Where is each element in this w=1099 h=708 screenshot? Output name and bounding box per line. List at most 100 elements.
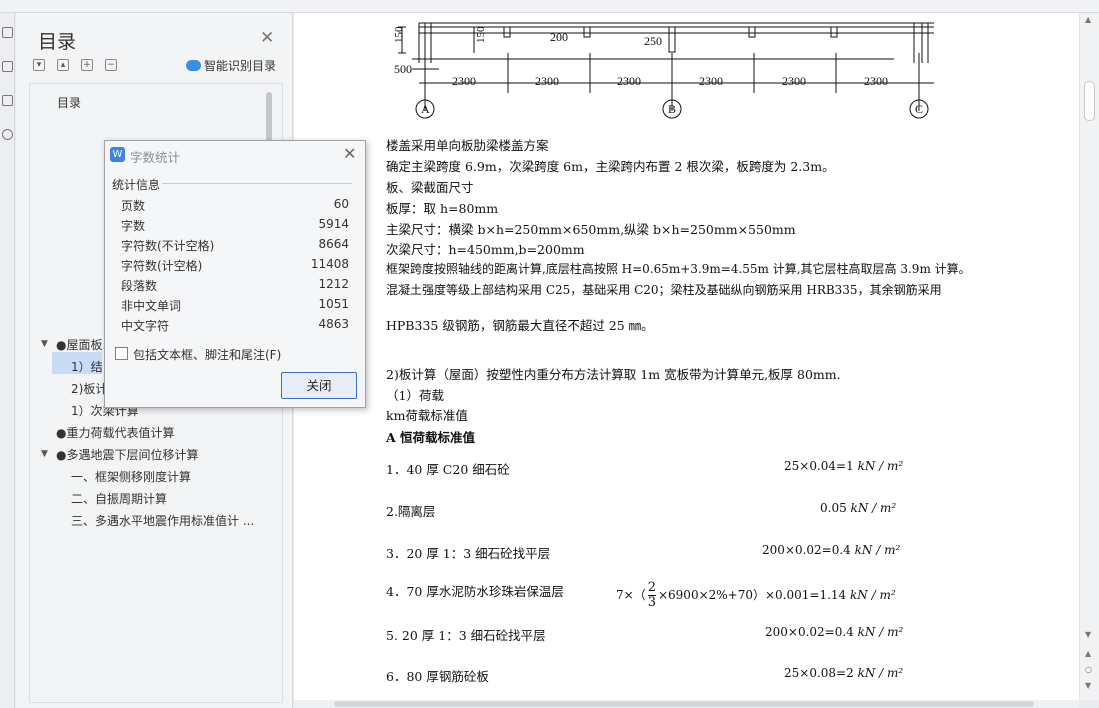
chevron-down-icon[interactable]: ▼ xyxy=(41,339,48,349)
search-icon[interactable] xyxy=(2,129,13,140)
close-icon[interactable]: ✕ xyxy=(260,28,274,48)
app-logo-icon: W xyxy=(110,147,125,162)
toc-item[interactable]: 1）结 xyxy=(71,358,103,375)
doc-paragraph: A 恒荷载标准值 xyxy=(386,430,476,445)
stat-label: 段落数 xyxy=(121,279,158,293)
stat-label: 字数 xyxy=(121,219,146,233)
prev-page-icon[interactable]: ▲ xyxy=(1085,649,1091,658)
stat-value: 60 xyxy=(333,197,349,211)
load-formula: 7×（ 2 3 ×6900×2%+70）×0.001=1.14 kN / m² xyxy=(616,580,896,610)
bookmark-icon[interactable] xyxy=(2,61,13,72)
beam-section-drawing: 200 250 500 150 150 2300 2300 2300 2300 … xyxy=(393,22,934,119)
toc-panel-icon[interactable] xyxy=(2,27,13,38)
stat-label: 字符数(计空格) xyxy=(121,259,203,273)
load-label: 4．70 厚水泥防水珍珠岩保温层 xyxy=(386,584,564,599)
dim-label: 150 xyxy=(393,26,405,43)
toc-item[interactable]: 一、框架侧移刚度计算 xyxy=(71,468,191,485)
expand-all-icon[interactable]: ▾ xyxy=(33,59,45,71)
load-label: 5. 20 厚 1：3 细石砼找平层 xyxy=(386,628,546,643)
toc-item[interactable]: 三、多遇水平地震作用标准值计 ... xyxy=(71,512,254,529)
close-button[interactable]: 关闭 xyxy=(281,372,357,399)
stat-label: 页数 xyxy=(121,199,146,213)
collapse-all-icon[interactable]: ▴ xyxy=(57,59,69,71)
page-icon[interactable] xyxy=(2,95,13,106)
fraction-denominator: 3 xyxy=(647,595,656,610)
document-page[interactable]: 200 250 500 150 150 2300 2300 2300 2300 … xyxy=(294,13,1079,700)
toc-item[interactable]: ●多遇地震下层间位移计算 xyxy=(56,446,198,463)
axis-label: A xyxy=(421,102,430,116)
stat-label: 中文字符 xyxy=(121,319,170,333)
load-value: 0.05 kN / m² xyxy=(820,501,897,515)
scroll-thumb[interactable] xyxy=(334,701,1034,707)
stat-value: 1212 xyxy=(318,277,349,291)
ai-icon xyxy=(186,60,201,71)
stat-value: 8664 xyxy=(318,237,349,251)
toc-item[interactable]: 2)板计 xyxy=(71,380,107,397)
axis-label: B xyxy=(668,102,676,116)
doc-paragraph: 框架跨度按照轴线的距离计算,底层柱高按照 H=0.65m+3.9m=4.55m … xyxy=(386,262,971,276)
doc-paragraph: 板厚：取 h=80mm xyxy=(386,201,499,216)
next-page-icon[interactable]: ▼ xyxy=(1085,681,1091,690)
stat-label: 字符数(不计空格) xyxy=(121,239,215,253)
load-label: 3．20 厚 1：3 细石砼找平层 xyxy=(386,546,551,561)
doc-paragraph: 次梁尺寸：h=450mm,b=200mm xyxy=(386,242,585,257)
browse-object-icon[interactable]: ○ xyxy=(1085,665,1092,674)
scroll-down-icon[interactable]: ▼ xyxy=(1085,630,1091,639)
section-heading: 统计信息 xyxy=(112,178,161,192)
add-heading-icon[interactable]: + xyxy=(81,59,93,71)
load-label: 2.隔离层 xyxy=(386,504,436,519)
nav-title: 目录 xyxy=(38,31,77,53)
stat-value: 5914 xyxy=(318,217,349,231)
left-icon-strip xyxy=(0,13,15,708)
doc-paragraph: 板、梁截面尺寸 xyxy=(386,180,474,195)
load-label: 1．40 厚 C20 细石砼 xyxy=(386,462,510,477)
stat-value: 4863 xyxy=(318,317,349,331)
span-label: 2300 xyxy=(617,74,641,88)
stat-value: 11408 xyxy=(310,257,349,271)
doc-paragraph: 主梁尺寸：横梁 b×h=250mm×650mm,纵梁 b×h=250mm×550… xyxy=(386,222,796,237)
doc-paragraph: km荷载标准值 xyxy=(386,408,468,423)
doc-paragraph: HPB335 级钢筋，钢筋最大直径不超过 25 ㎜。 xyxy=(386,318,654,333)
smart-toc-button[interactable]: 智能识别目录 xyxy=(186,57,276,74)
span-label: 2300 xyxy=(864,74,888,88)
axis-label: C xyxy=(915,102,923,116)
horizontal-scrollbar[interactable] xyxy=(294,700,1079,708)
stat-label: 非中文单词 xyxy=(121,299,182,313)
dim-label: 250 xyxy=(644,34,662,48)
doc-paragraph: 楼盖采用单向板肋梁楼盖方案 xyxy=(386,138,549,153)
dialog-title: 字数统计 xyxy=(130,150,181,165)
span-label: 2300 xyxy=(782,74,806,88)
stat-value: 1051 xyxy=(318,297,349,311)
word-count-dialog: W 字数统计 ✕ 统计信息 页数 60 字数 5914 字符数(不计空格) 86… xyxy=(104,140,366,408)
fraction-numerator: 2 xyxy=(647,580,656,596)
scroll-up-icon[interactable]: ▲ xyxy=(1085,15,1091,24)
doc-paragraph: 混凝土强度等级上部结构采用 C25，基础采用 C20；梁柱及基础纵向钢筋采用 H… xyxy=(386,283,942,297)
checkbox-label: 包括文本框、脚注和尾注(F) xyxy=(133,348,282,362)
toc-item[interactable]: 目录 xyxy=(57,94,81,111)
span-label: 2300 xyxy=(452,74,476,88)
close-icon[interactable]: ✕ xyxy=(343,144,356,163)
smart-toc-label: 智能识别目录 xyxy=(204,59,277,73)
top-toolbar-strip xyxy=(0,0,1099,13)
span-label: 2300 xyxy=(699,74,723,88)
load-value: 25×0.08=2 kN / m² xyxy=(784,666,904,680)
vertical-scrollbar[interactable]: ▲ ▼ ▲ ○ ▼ xyxy=(1079,13,1099,700)
dim-label: 150 xyxy=(475,26,487,43)
doc-paragraph: 确定主梁跨度 6.9m，次梁跨度 6m，主梁跨内布置 2 根次梁，板跨度为 2.… xyxy=(386,159,835,174)
load-value: 200×0.02=0.4 kN / m² xyxy=(762,543,901,557)
doc-paragraph: 2)板计算（屋面）按塑性内重分布方法计算取 1m 宽板带为计算单元,板厚 80m… xyxy=(386,367,841,382)
section-divider xyxy=(162,183,352,184)
load-value: 25×0.04=1 kN / m² xyxy=(784,459,904,473)
doc-paragraph: （1）荷载 xyxy=(386,388,444,403)
chevron-down-icon[interactable]: ▼ xyxy=(41,449,48,459)
include-textbox-checkbox[interactable] xyxy=(115,347,128,360)
remove-heading-icon[interactable]: − xyxy=(105,59,117,71)
scroll-thumb[interactable] xyxy=(1084,81,1095,121)
span-label: 2300 xyxy=(535,74,559,88)
dim-label: 500 xyxy=(394,62,412,76)
load-value: 200×0.02=0.4 kN / m² xyxy=(765,625,904,639)
load-label: 6．80 厚钢筋砼板 xyxy=(386,669,489,684)
toc-item[interactable]: 二、自振周期计算 xyxy=(71,490,167,507)
dim-label: 200 xyxy=(550,30,568,44)
toc-item[interactable]: ●重力荷载代表值计算 xyxy=(56,424,174,441)
